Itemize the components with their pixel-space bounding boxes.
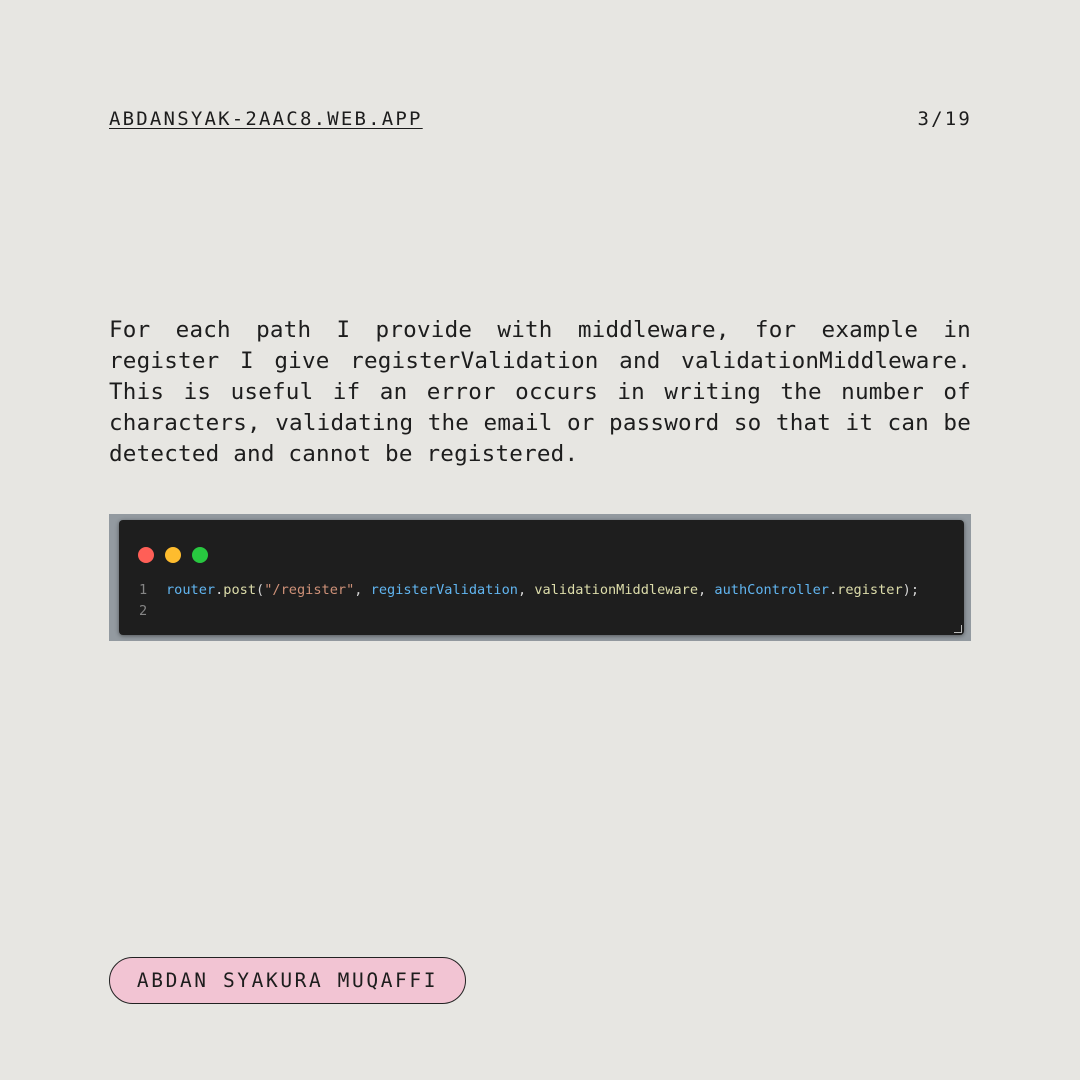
code-token-path-string: "/register" xyxy=(264,582,355,598)
code-token-auth-controller: authController xyxy=(714,582,829,598)
site-link[interactable]: ABDANSYAK-2AAC8.WEB.APP xyxy=(109,108,423,130)
code-token-paren: ( xyxy=(256,582,265,598)
code-line: 2 xyxy=(139,603,166,619)
author-name: ABDAN SYAKURA MUQAFFI xyxy=(136,969,439,992)
code-token-separator: , xyxy=(354,582,371,598)
code-token-register-validation: registerValidation xyxy=(370,582,518,598)
code-token-dot: . xyxy=(828,582,838,598)
code-token-post: post xyxy=(223,582,257,598)
code-token-router: router xyxy=(166,582,216,598)
window-minimize-dot-icon xyxy=(165,547,181,563)
code-token-close: ); xyxy=(902,582,920,598)
code-screenshot: 1 router. post("/register", registerValida… xyxy=(109,514,971,641)
code-window: 1 router. post("/register", registerValida… xyxy=(119,520,964,635)
line-number: 2 xyxy=(139,603,148,619)
window-close-dot-icon xyxy=(138,547,154,563)
code-token-separator: , xyxy=(698,582,715,598)
line-number: 1 xyxy=(139,582,148,598)
author-badge: ABDAN SYAKURA MUQAFFI xyxy=(109,957,466,1004)
page-number: 3/19 xyxy=(917,108,972,130)
code-token-register-fn: register xyxy=(837,582,903,598)
window-maximize-dot-icon xyxy=(192,547,208,563)
body-paragraph: For each path I provide with middleware,… xyxy=(109,317,971,467)
code-token-separator: , xyxy=(517,582,535,598)
code-line: 1 router. post("/register", registerValida… xyxy=(139,582,919,598)
resize-grip-icon[interactable] xyxy=(954,625,962,633)
code-token-validation-middleware: validationMiddleware xyxy=(534,582,699,598)
